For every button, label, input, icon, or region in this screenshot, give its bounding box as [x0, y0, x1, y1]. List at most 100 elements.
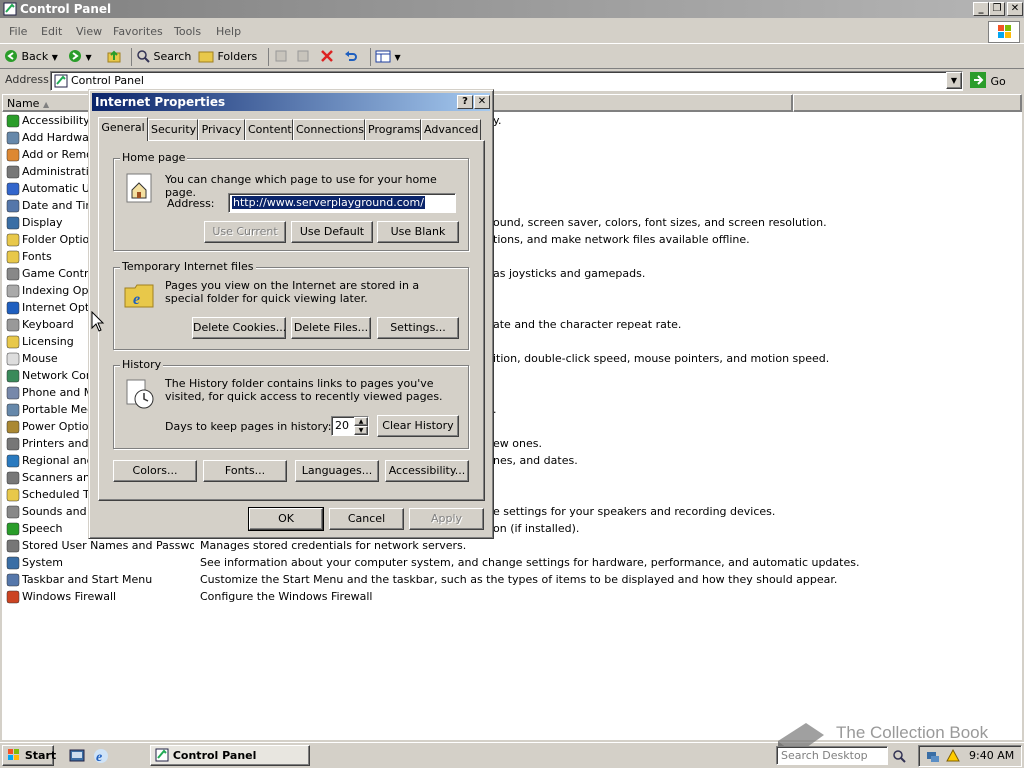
tray-update-icon[interactable] [945, 748, 961, 764]
list-item[interactable]: System [22, 555, 194, 571]
list-item[interactable]: Scheduled Tasks [22, 487, 88, 503]
languages-button[interactable]: Languages... [295, 460, 379, 482]
list-item[interactable]: Power Options [22, 419, 88, 435]
back-button[interactable]: Back ▼ [4, 48, 58, 66]
extra-column-header[interactable] [793, 94, 1022, 112]
desc-stored-user-names: Manages stored credentials for network s… [200, 539, 467, 552]
menu-file[interactable]: File [9, 25, 27, 38]
list-item[interactable]: Licensing [22, 334, 88, 350]
list-item-icon [6, 335, 20, 349]
dialog-title-bar[interactable]: Internet Properties ? ✕ [92, 93, 490, 111]
clock: 9:40 AM [969, 749, 1015, 762]
list-item[interactable]: Add Hardware [22, 130, 88, 146]
dialog-help-button[interactable]: ? [457, 95, 473, 109]
tab-programs[interactable]: Programs [365, 119, 421, 140]
list-item[interactable]: Add or Remove Programs [22, 147, 88, 163]
list-item[interactable]: Mouse [22, 351, 88, 367]
desktop-search-input[interactable]: Search Desktop [776, 746, 888, 765]
list-item[interactable]: Keyboard [22, 317, 88, 333]
use-blank-button[interactable]: Use Blank [377, 221, 459, 243]
accessibility-button[interactable]: Accessibility... [385, 460, 469, 482]
list-item[interactable]: Speech [22, 521, 88, 537]
tab-connections[interactable]: Connections [293, 119, 365, 140]
tab-privacy[interactable]: Privacy [198, 119, 245, 140]
address-dropdown-button[interactable]: ▼ [946, 72, 962, 89]
forward-button[interactable]: ▼ [68, 48, 92, 66]
desc-accessibility: y. [493, 114, 502, 127]
go-button[interactable]: Go [969, 71, 1006, 91]
spinner-down-button[interactable]: ▼ [354, 426, 368, 435]
list-item[interactable]: Automatic Updates [22, 181, 88, 197]
close-button[interactable]: ✕ [1007, 2, 1023, 16]
list-item[interactable]: Sounds and Audio Devices [22, 504, 88, 520]
list-item[interactable]: Fonts [22, 249, 88, 265]
search-button[interactable]: Search [131, 48, 191, 66]
list-item[interactable]: Indexing Options [22, 283, 88, 299]
tray-network-icon[interactable] [925, 748, 941, 764]
list-item[interactable]: Regional and Language Options [22, 453, 88, 469]
list-item[interactable]: Scanners and Cameras [22, 470, 88, 486]
use-default-button[interactable]: Use Default [291, 221, 373, 243]
list-item[interactable]: Accessibility Options [22, 113, 88, 129]
show-desktop-icon[interactable] [69, 748, 85, 764]
home-address-input[interactable]: http://www.serverplayground.com/ [228, 193, 456, 213]
list-item[interactable]: Folder Options [22, 232, 88, 248]
up-folder-button[interactable] [106, 48, 122, 66]
tab-content[interactable]: Content [245, 119, 293, 140]
list-item[interactable]: Date and Time [22, 198, 88, 214]
list-item[interactable]: Taskbar and Start Menu [22, 572, 194, 588]
menu-edit[interactable]: Edit [41, 25, 62, 38]
list-item[interactable]: Windows Firewall [22, 589, 194, 605]
up-folder-icon [107, 50, 121, 63]
move-to-button[interactable] [268, 48, 289, 66]
list-item-icon [6, 114, 20, 128]
dialog-close-button[interactable]: ✕ [474, 95, 490, 109]
list-item[interactable]: Internet Options [22, 300, 88, 316]
search-magnifier-icon[interactable] [891, 748, 907, 764]
list-item[interactable]: Printers and Faxes [22, 436, 88, 452]
menu-view[interactable]: View [76, 25, 102, 38]
delete-files-button[interactable]: Delete Files... [291, 317, 371, 339]
settings-button[interactable]: Settings... [377, 317, 459, 339]
list-item-icon [6, 318, 20, 332]
tab-general[interactable]: General [98, 117, 148, 141]
internet-explorer-icon[interactable]: e [93, 748, 109, 764]
fonts-button[interactable]: Fonts... [203, 460, 287, 482]
days-to-keep-spinner[interactable]: 20 ▲ ▼ [331, 416, 369, 436]
use-current-button[interactable]: Use Current [204, 221, 286, 243]
tab-security[interactable]: Security [148, 119, 198, 140]
menu-tools[interactable]: Tools [174, 25, 201, 38]
address-field[interactable]: Control Panel ▼ [50, 71, 963, 91]
list-item[interactable]: Display [22, 215, 88, 231]
list-item[interactable]: Phone and Modem Options [22, 385, 88, 401]
move-to-icon [275, 50, 287, 62]
apply-button[interactable]: Apply [409, 508, 484, 530]
list-item[interactable]: Game Controllers [22, 266, 88, 282]
delete-cookies-button[interactable]: Delete Cookies... [192, 317, 286, 339]
taskbar-control-panel[interactable]: Control Panel [150, 745, 310, 766]
folders-button[interactable]: Folders [198, 48, 257, 66]
window-title-bar[interactable]: Control Panel _ ❐ ✕ [0, 0, 1024, 18]
colors-button[interactable]: Colors... [113, 460, 197, 482]
list-item[interactable]: Administrative Tools [22, 164, 88, 180]
list-item[interactable]: Portable Media Devices [22, 402, 88, 418]
menu-help[interactable]: Help [216, 25, 241, 38]
cancel-button[interactable]: Cancel [329, 508, 404, 530]
tab-advanced[interactable]: Advanced [421, 119, 481, 140]
clear-history-button[interactable]: Clear History [377, 415, 459, 437]
menu-favorites[interactable]: Favorites [113, 25, 163, 38]
delete-button[interactable] [319, 48, 335, 66]
back-arrow-icon [5, 50, 17, 62]
list-item[interactable]: Network Connections [22, 368, 88, 384]
spinner-up-button[interactable]: ▲ [354, 417, 368, 426]
start-button[interactable]: Start [2, 745, 56, 766]
list-item-icon [6, 131, 20, 145]
restore-button[interactable]: ❐ [989, 2, 1005, 16]
list-item[interactable]: Stored User Names and Passwords [22, 538, 194, 554]
views-button[interactable]: ▼ [370, 48, 401, 66]
ok-button[interactable]: OK [248, 507, 324, 531]
undo-button[interactable] [343, 48, 359, 66]
copy-to-button[interactable] [295, 48, 311, 66]
minimize-button[interactable]: _ [973, 2, 989, 16]
list-item-icon [6, 454, 20, 468]
